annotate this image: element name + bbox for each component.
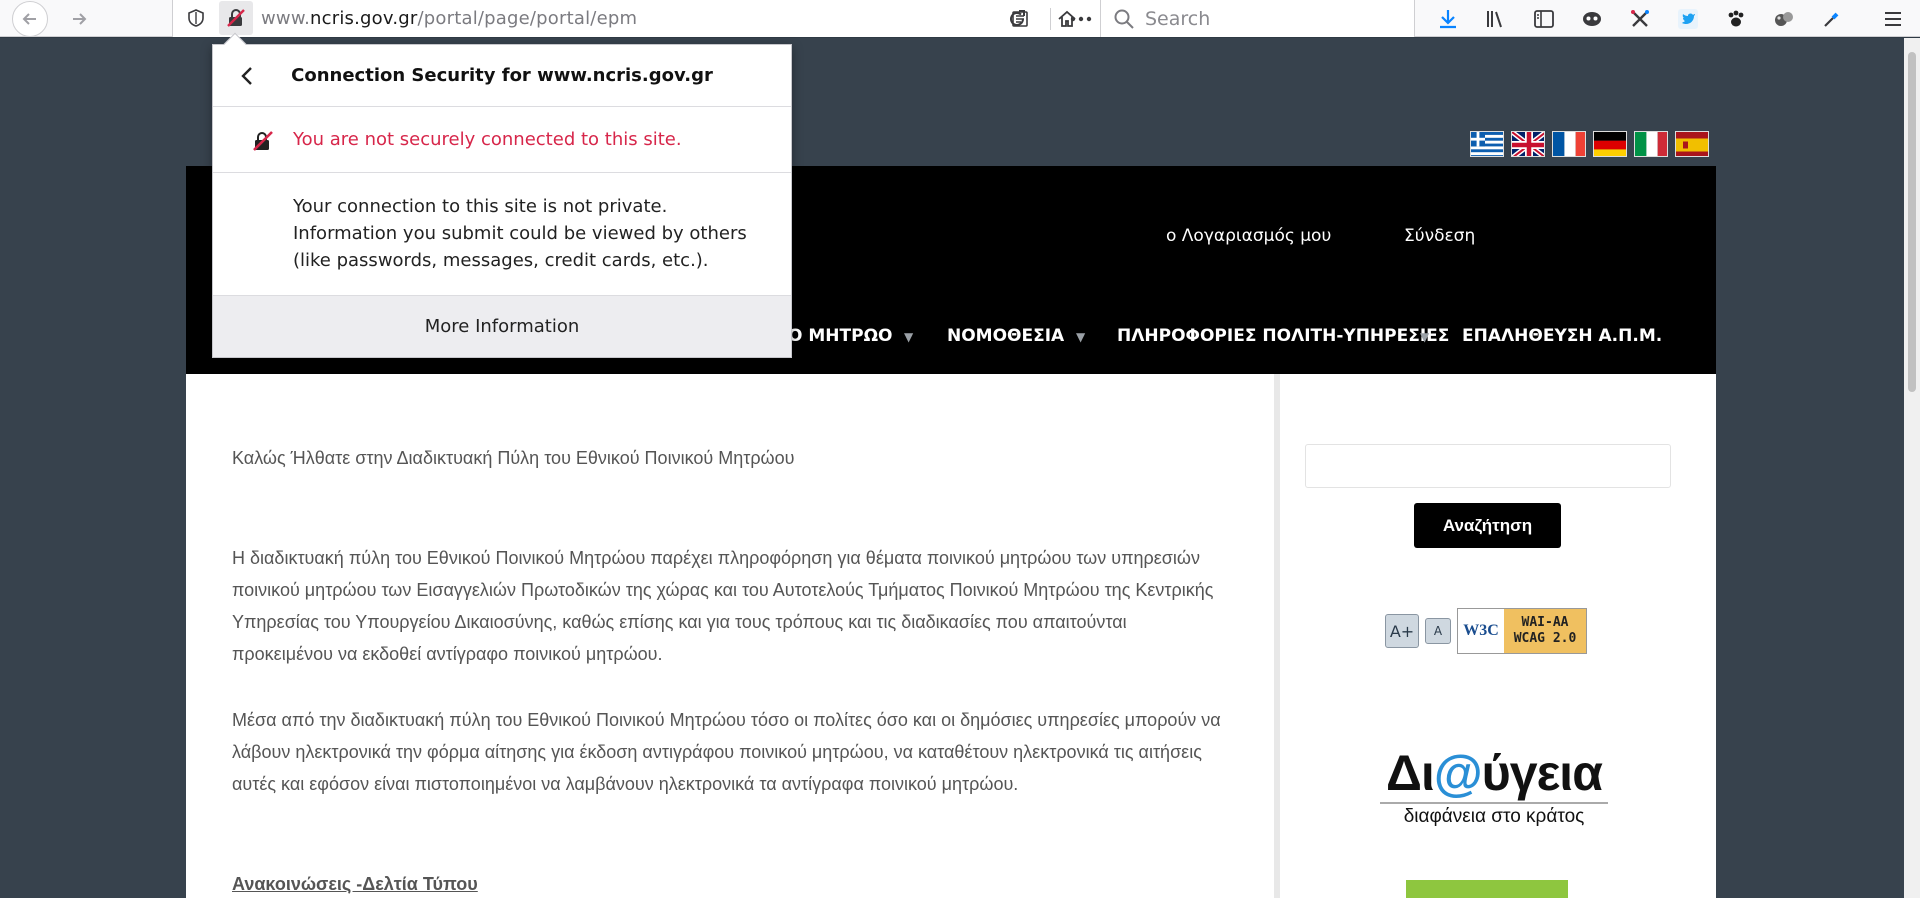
insecure-warning-row: You are not securely connected to this s… [213, 107, 791, 173]
download-arrow-icon[interactable] [1424, 0, 1472, 37]
caret-down-icon[interactable]: ▼ [1076, 330, 1085, 344]
popup-title: Connection Security for www.ncris.gov.gr [291, 65, 713, 86]
site-search-input[interactable] [1305, 444, 1671, 488]
login-link[interactable]: Σύνδεση [1404, 226, 1475, 246]
toolbar-extensions [1424, 0, 1856, 37]
account-link[interactable]: ο Λογαριασμός μου [1166, 226, 1331, 246]
w3c-logo: W3C [1458, 609, 1504, 653]
extension-balls-icon[interactable] [1760, 0, 1808, 37]
font-increase-icon[interactable]: A + [1385, 614, 1419, 648]
accessibility-tools: A + A W3C WAI-AA WCAG 2.0 [1385, 608, 1587, 654]
search-icon [1114, 9, 1134, 29]
extension-eyedropper-icon[interactable] [1808, 0, 1856, 37]
font-decrease-icon[interactable]: A [1425, 618, 1451, 644]
language-flags [1470, 131, 1709, 157]
search-input[interactable]: Search [1100, 0, 1415, 37]
diavgeia-title: Δι@ύγεια [1386, 745, 1603, 801]
green-banner-image[interactable] [1406, 880, 1568, 898]
forward-arrow-icon[interactable] [62, 2, 96, 36]
services-paragraph: Μέσα από την διαδικτυακή πύλη του Εθνικο… [232, 710, 1221, 794]
sidebar-icon[interactable] [1520, 0, 1568, 37]
privacy-info-text: Your connection to this site is not priv… [293, 196, 747, 271]
caret-down-icon[interactable]: ▼ [1420, 330, 1429, 344]
url-text[interactable]: www.ncris.gov.gr/portal/page/portal/epm [261, 8, 637, 29]
nav-item-legislation[interactable]: ΝΟΜΟΘΕΣΙΑ [947, 326, 1064, 346]
search-placeholder: Search [1145, 8, 1211, 30]
wcag-level-label: WAI-AA WCAG 2.0 [1504, 609, 1586, 653]
library-icon[interactable] [1472, 0, 1520, 37]
insecure-warning-text: You are not securely connected to this s… [293, 129, 682, 150]
site-search-button[interactable]: Αναζήτηση [1414, 503, 1561, 548]
scrollbar-thumb[interactable] [1908, 52, 1916, 392]
twitter-icon[interactable] [1664, 0, 1712, 37]
nav-item-registry[interactable]: Ο ΜΗΤΡΩΟ [788, 326, 892, 346]
caret-down-icon[interactable]: ▼ [904, 330, 913, 344]
more-information-button[interactable]: More Information [213, 295, 791, 357]
page-scrollbar[interactable] [1904, 38, 1920, 898]
announcements-link[interactable]: Ανακοινώσεις -Δελτία Τύπου [232, 874, 478, 895]
nav-item-citizen-info[interactable]: ΠΛΗΡΟΦΟΡΙΕΣ ΠΟΛΙΤΗ-ΥΠΗΡΕΣΙΕΣ [1117, 326, 1449, 346]
insecure-lock-icon[interactable] [219, 1, 253, 35]
italian-flag-icon[interactable] [1634, 131, 1668, 157]
extension-tools-icon[interactable] [1616, 0, 1664, 37]
insecure-lock-icon [253, 131, 273, 151]
hamburger-menu-icon[interactable] [1876, 2, 1910, 36]
main-content: Καλώς Ήλθατε στην Διαδικτυακή Πύλη του Ε… [186, 374, 1274, 898]
extension-mask-icon[interactable] [1568, 0, 1616, 37]
sidebar: Αναζήτηση A + A W3C WAI-AA WCAG 2.0 Δι@ύγ… [1280, 374, 1716, 898]
connection-security-panel: Connection Security for www.ncris.gov.gr… [212, 32, 792, 358]
browser-toolbar: www.ncris.gov.gr/portal/page/portal/epm … [0, 0, 1920, 37]
greek-flag-icon[interactable] [1470, 131, 1504, 157]
back-arrow-icon[interactable] [12, 1, 48, 37]
intro-paragraph: Η διαδικτυακή πύλη του Εθνικού Ποινικού … [232, 548, 1214, 664]
spanish-flag-icon[interactable] [1675, 131, 1709, 157]
uk-flag-icon[interactable] [1511, 131, 1545, 157]
welcome-heading: Καλώς Ήλθατε στην Διαδικτυακή Πύλη του Ε… [232, 448, 795, 468]
home-icon[interactable] [1050, 2, 1084, 36]
nav-item-verification[interactable]: ΕΠΑΛΗΘΕΥΣΗ Α.Π.Μ. [1462, 326, 1662, 346]
reload-icon[interactable] [1000, 2, 1034, 36]
german-flag-icon[interactable] [1593, 131, 1627, 157]
wcag-badge[interactable]: W3C WAI-AA WCAG 2.0 [1457, 608, 1587, 654]
french-flag-icon[interactable] [1552, 131, 1586, 157]
tracking-shield-icon[interactable] [179, 1, 213, 35]
diavgeia-subtitle: διαφάνεια στο κράτος [1380, 802, 1608, 828]
diavgeia-logo[interactable]: Δι@ύγεια διαφάνεια στο κράτος [1374, 744, 1614, 828]
popup-header: Connection Security for www.ncris.gov.gr [213, 45, 791, 107]
extension-paw-icon[interactable] [1712, 0, 1760, 37]
